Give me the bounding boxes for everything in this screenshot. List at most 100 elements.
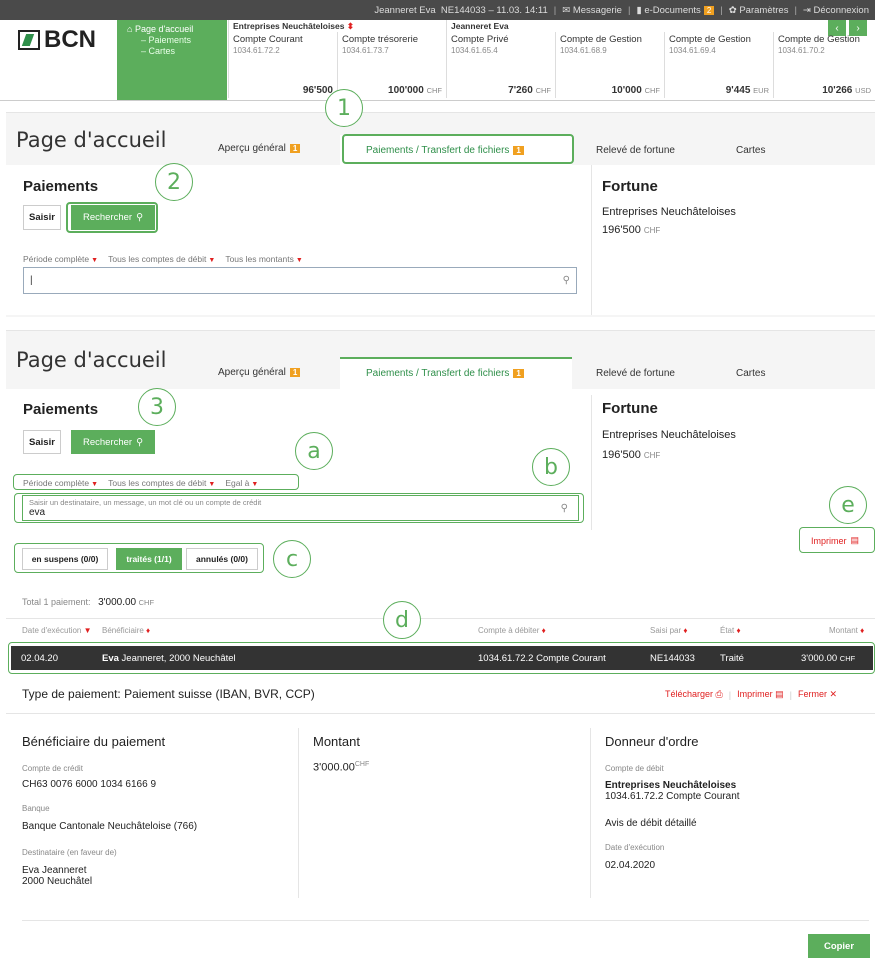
callout-b: b bbox=[532, 448, 570, 486]
tab-apercu[interactable]: Aperçu général 1 bbox=[218, 143, 301, 154]
tab-paiements[interactable]: Paiements / Transfert de fichiers 1 bbox=[366, 368, 524, 379]
messagerie-link[interactable]: ✉ Messagerie bbox=[562, 5, 622, 16]
fortune-amount: 196'500 CHF bbox=[602, 449, 661, 461]
top-bar: Jeanneret Eva NE144033 – 11.03. 14:11 | … bbox=[0, 0, 875, 20]
rechercher-button[interactable]: Rechercher ⚲ bbox=[71, 430, 155, 454]
highlight-box bbox=[13, 474, 299, 490]
section-title: Paiements bbox=[23, 178, 99, 195]
pin-icon: ⬍ bbox=[346, 21, 354, 31]
fortune-entreprise: Entreprises Neuchâteloises bbox=[602, 206, 736, 218]
col-etat[interactable]: État ♦ bbox=[720, 626, 741, 635]
account-card[interactable]: Compte Courant 1034.61.72.2 96'500 bbox=[228, 32, 337, 98]
fermer-link[interactable]: Fermer ✕ bbox=[798, 689, 837, 700]
avis-debit: Avis de débit détaillé bbox=[605, 818, 697, 829]
compte-debit: Entreprises Neuchâteloises 1034.61.72.2 C… bbox=[605, 780, 740, 802]
total-summary: Total 1 paiement: 3'000.00 CHF bbox=[22, 597, 155, 608]
tab-apercu[interactable]: Aperçu général 1 bbox=[218, 367, 301, 378]
montant-title: Montant bbox=[313, 734, 360, 749]
compte-credit: CH63 0076 6000 1034 6166 9 bbox=[22, 779, 157, 790]
label: Compte de débit bbox=[605, 764, 664, 773]
search-icon: ⚲ bbox=[562, 275, 570, 286]
fortune-title: Fortune bbox=[602, 178, 658, 195]
col-compte[interactable]: Compte à débiter ♦ bbox=[478, 626, 546, 635]
gear-icon: ✿ bbox=[728, 4, 737, 16]
col-date[interactable]: Date d'exécution ▼ bbox=[22, 626, 92, 635]
filter-montants[interactable]: Tous les montants ▼ bbox=[225, 254, 302, 264]
mail-icon: ✉ bbox=[562, 4, 571, 16]
edocuments-link[interactable]: ▮ e-Documents 2 bbox=[636, 4, 715, 16]
account-card[interactable]: Compte de Gestion 1034.61.70.2 10'266 USD bbox=[773, 32, 875, 98]
montant-value: 3'000.00CHF bbox=[313, 761, 370, 774]
banque: Banque Cantonale Neuchâteloise (766) bbox=[22, 821, 198, 832]
saisir-button[interactable]: Saisir bbox=[23, 430, 61, 454]
col-montant[interactable]: Montant ♦ bbox=[829, 626, 864, 635]
callout-c: c bbox=[273, 540, 311, 578]
copier-button[interactable]: Copier bbox=[808, 934, 870, 958]
detail-actions: Télécharger ⎙ | Imprimer ▤ | Fermer ✕ bbox=[665, 689, 838, 700]
edocs-badge: 2 bbox=[703, 5, 715, 15]
search-input[interactable]: | ⚲ bbox=[23, 267, 577, 294]
highlight-box bbox=[66, 202, 158, 233]
payment-type: Type de paiement: Paiement suisse (IBAN,… bbox=[22, 687, 315, 701]
account-group-1: Entreprises Neuchâteloises ⬍ bbox=[228, 20, 446, 32]
nav-paiements[interactable]: – Paiements bbox=[127, 35, 217, 46]
imprimer-link[interactable]: Imprimer ▤ bbox=[737, 689, 784, 700]
bcn-logo-icon bbox=[18, 30, 40, 50]
label: Date d'exécution bbox=[605, 843, 665, 852]
fortune-entreprise: Entreprises Neuchâteloises bbox=[602, 429, 736, 441]
date-execution: 02.04.2020 bbox=[605, 860, 656, 871]
fortune-title: Fortune bbox=[602, 400, 658, 417]
col-saisi[interactable]: Saisi par ♦ bbox=[650, 626, 687, 635]
filter-bar: Période complète ▼ Tous les comptes de dé… bbox=[23, 254, 303, 264]
callout-2: 2 bbox=[155, 163, 193, 201]
callout-e: e bbox=[829, 486, 867, 524]
logout-link[interactable]: ⇥ Déconnexion bbox=[803, 5, 869, 16]
nav-cartes[interactable]: – Cartes bbox=[127, 46, 217, 57]
col-beneficiaire[interactable]: Bénéficiaire ♦ bbox=[102, 626, 150, 635]
saisir-button[interactable]: Saisir bbox=[23, 205, 61, 230]
close-icon: ✕ bbox=[829, 689, 838, 699]
document-icon: ▮ bbox=[636, 4, 642, 16]
filter-comptes[interactable]: Tous les comptes de débit ▼ bbox=[108, 254, 215, 264]
section-title: Paiements bbox=[23, 401, 99, 418]
page-title: Page d'accueil bbox=[16, 128, 167, 152]
highlight-box bbox=[14, 493, 584, 523]
tab-releve[interactable]: Relevé de fortune bbox=[596, 368, 675, 379]
logout-icon: ⇥ bbox=[802, 4, 811, 16]
account-card[interactable]: Compte de Gestion 1034.61.69.4 9'445 EUR bbox=[664, 32, 773, 98]
nav-menu: ⌂ Page d'accueil – Paiements – Cartes bbox=[117, 20, 227, 100]
tab-releve[interactable]: Relevé de fortune bbox=[596, 145, 675, 156]
telecharger-link[interactable]: Télécharger ⎙ bbox=[665, 689, 723, 700]
highlight-box bbox=[799, 527, 875, 553]
account-card[interactable]: Compte de Gestion 1034.61.68.9 10'000 CHF bbox=[555, 32, 664, 98]
account-group-2: Jeanneret Eva bbox=[446, 20, 826, 32]
account-card[interactable]: Compte Privé 1034.61.65.4 7'260 CHF bbox=[446, 32, 555, 98]
parametres-link[interactable]: ✿ Paramètres bbox=[729, 5, 789, 16]
label: Destinataire (en faveur de) bbox=[22, 848, 117, 857]
highlight-box bbox=[14, 543, 264, 573]
fortune-amount: 196'500 CHF bbox=[602, 224, 661, 236]
nav-home[interactable]: ⌂ Page d'accueil bbox=[127, 24, 217, 35]
page-title: Page d'accueil bbox=[16, 348, 167, 372]
printer-icon: ▤ bbox=[775, 689, 784, 699]
session-info: NE144033 – 11.03. 14:11 bbox=[440, 4, 548, 16]
callout-1: 1 bbox=[325, 89, 363, 127]
callout-a: a bbox=[295, 432, 333, 470]
donneur-title: Donneur d'ordre bbox=[605, 734, 699, 749]
highlight-box bbox=[342, 134, 574, 164]
account-card[interactable]: Compte trésorerie 1034.61.73.7 100'000 CHF bbox=[337, 32, 446, 98]
search-icon: ⚲ bbox=[136, 436, 144, 448]
label: Compte de crédit bbox=[22, 764, 83, 773]
label: Banque bbox=[22, 804, 50, 813]
tab-cartes[interactable]: Cartes bbox=[736, 368, 765, 379]
callout-d: d bbox=[383, 601, 421, 639]
pdf-icon: ⎙ bbox=[715, 689, 723, 699]
bcn-logo[interactable]: BCN bbox=[18, 26, 96, 54]
home-icon: ⌂ bbox=[127, 24, 133, 34]
highlight-box bbox=[8, 642, 875, 674]
user-name: Jeanneret Eva bbox=[374, 4, 436, 16]
filter-periode[interactable]: Période complète ▼ bbox=[23, 254, 98, 264]
benef-title: Bénéficiaire du paiement bbox=[22, 734, 166, 749]
tab-cartes[interactable]: Cartes bbox=[736, 145, 765, 156]
callout-3: 3 bbox=[138, 388, 176, 426]
